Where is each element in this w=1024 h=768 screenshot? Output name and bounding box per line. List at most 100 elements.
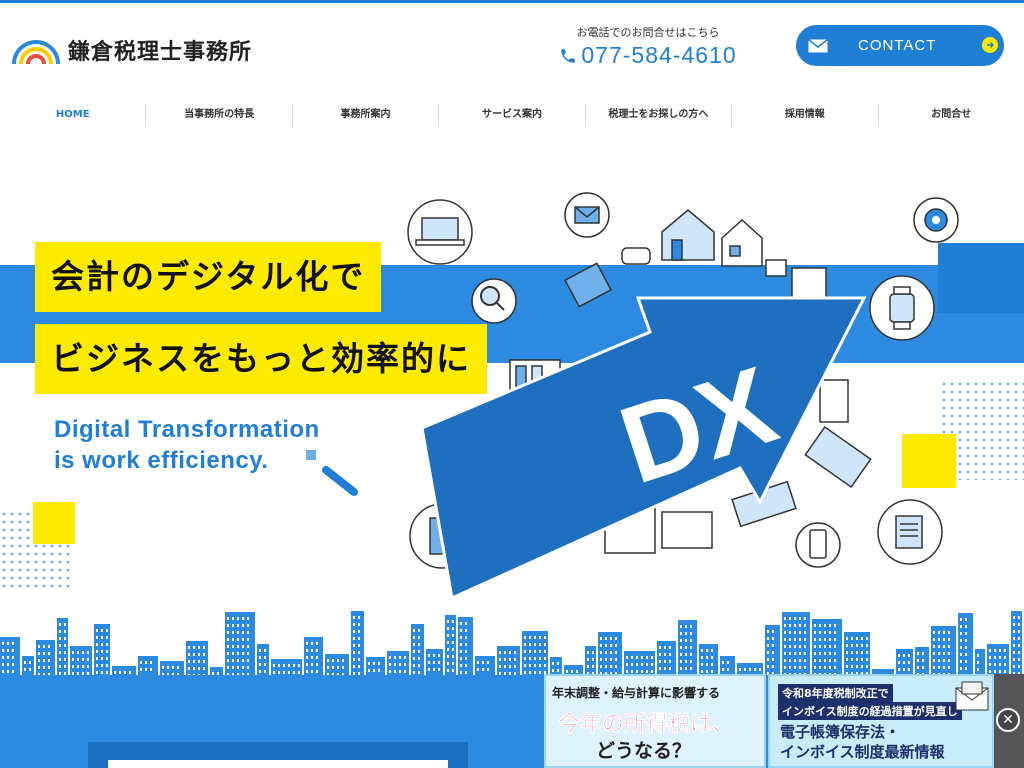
skyline-window [247,666,249,669]
skyline-window [203,660,205,663]
skyline-window [659,660,661,663]
skyline-window [571,670,573,673]
skyline-window [460,650,462,653]
skyline-window [1018,637,1020,640]
skyline-window [685,653,687,656]
skyline-window [311,642,313,645]
skyline-window [64,651,66,654]
skyline-window [64,658,66,661]
skyline-window [504,651,506,654]
skyline-window [965,653,967,656]
skyline-window [12,656,14,659]
skyline-window [529,671,531,674]
yellow-square [33,502,75,544]
skyline-window [898,668,900,671]
skyline-window [227,666,229,669]
skyline-window [784,659,786,662]
skyline-window [203,653,205,656]
skyline-window [342,666,344,669]
skyline-window [772,637,774,640]
skyline-window [59,658,61,661]
skyline-window [948,645,950,648]
skyline-window [819,666,821,669]
skyline-window [943,645,945,648]
skyline-window [587,651,589,654]
skyline-window [829,666,831,669]
skyline-window [1018,651,1020,654]
skyline-window [846,637,848,640]
skyline-window [460,643,462,646]
skyline-window [77,658,79,661]
skyline-window [789,666,791,669]
nav-item-home[interactable]: HOME [0,104,145,126]
skyline-window [834,645,836,648]
tax-banner[interactable]: 年末調整・給与計算に影響する 今年の所得税は、 どうなる？ [544,674,766,768]
skyline-window [794,624,796,627]
top-accent-line [0,0,1024,3]
skyline-window [418,636,420,639]
skyline-window [960,632,962,635]
skyline-window [908,654,910,657]
skyline-window [1013,630,1015,633]
skyline-window [767,651,769,654]
skyline-window [903,661,905,664]
skyline-window [829,645,831,648]
skyline-window [636,663,638,666]
nav-item-inquiry[interactable]: お問合せ [877,104,1024,126]
skyline-window [162,666,164,669]
skyline-window [77,665,79,668]
phone-number[interactable]: 077-584-4610 [581,42,736,69]
skyline-window [524,657,526,660]
tax-banner-top: 年末調整・給与計算に影響する [552,686,721,700]
skyline-window [641,656,643,659]
nav-item-find-accountant[interactable]: 税理士をお探しの方へ [584,104,731,126]
skyline-window [438,654,440,657]
skyline-window [447,655,449,658]
skyline-window [378,669,380,672]
skyline-window [960,639,962,642]
skyline-window [198,646,200,649]
skyline-window [587,658,589,661]
skyline-window [247,631,249,634]
skyline-window [447,669,449,672]
skyline-window [1004,656,1006,659]
nav-item-recruit[interactable]: 採用情報 [731,104,877,126]
skyline-window [273,671,275,674]
skyline-window [460,671,462,674]
skyline-window [514,651,516,654]
skyline-window [669,660,671,663]
skyline-window [711,663,713,666]
skyline-window [1018,616,1020,619]
nav-item-services[interactable]: サービス案内 [438,104,584,126]
skyline-window [509,658,511,661]
hero-sub-line-1: Digital Transformation [54,416,320,443]
site-logo[interactable]: 鎌倉税理士事務所 [10,32,252,68]
skyline-window [188,667,190,670]
skyline-window [794,659,796,662]
skyline-window [247,652,249,655]
nav-item-features[interactable]: 当事務所の特長 [145,104,291,126]
contact-button[interactable]: CONTACT [796,25,1004,66]
skyline-window [389,663,391,666]
skyline-window [814,631,816,634]
skyline-window [846,665,848,668]
skyline-window [819,631,821,634]
skyline-window [259,670,261,673]
invoice-banner[interactable]: 令和8年度税制改正で インボイス制度の経過措置が見直し 電子帳簿保存法・ インボ… [768,674,994,768]
skyline-window [38,666,40,669]
nav-item-office[interactable]: 事務所案内 [291,104,438,126]
skyline-window [1018,644,1020,647]
skyline-window [669,667,671,670]
banner-close-button[interactable]: ✕ [996,708,1020,732]
skyline-window [804,645,806,648]
skyline-window [529,643,531,646]
skyline-window [727,668,729,671]
skyline-window [685,667,687,670]
skyline-window [64,623,66,626]
skyline-window [418,664,420,667]
skyline-window [794,645,796,648]
skyline-window [534,671,536,674]
skyline-window [690,667,692,670]
skyline-window [529,664,531,667]
skyline-window [866,637,868,640]
